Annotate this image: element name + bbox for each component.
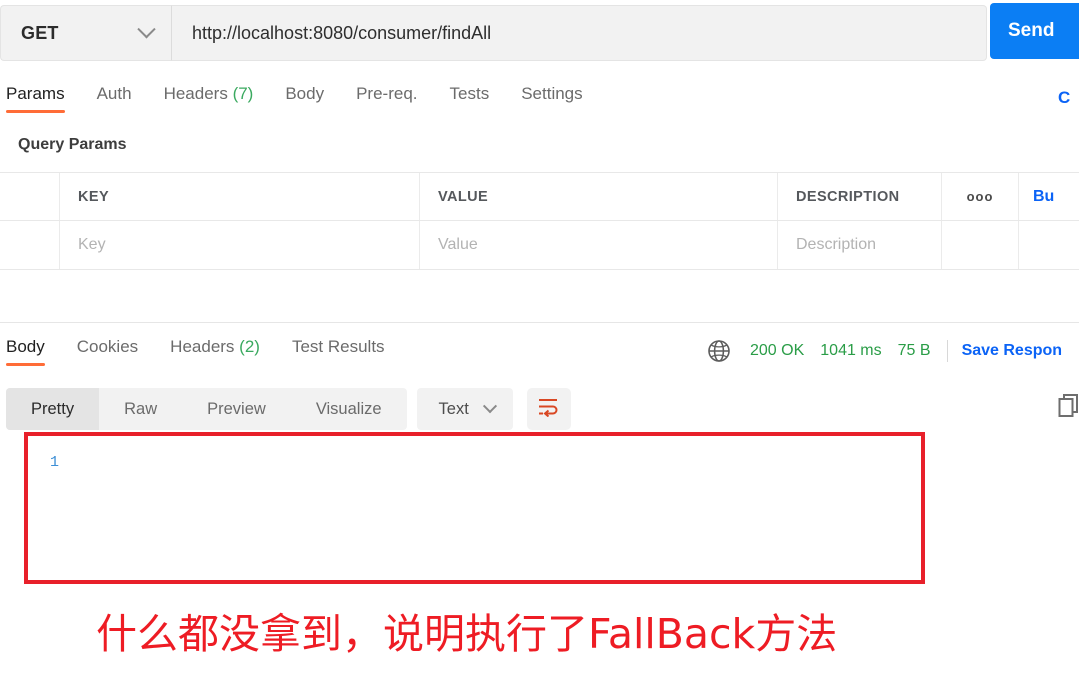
row-key-placeholder: Key: [78, 236, 106, 253]
response-status-bar: 200 OK 1041 ms 75 B Save Respon: [706, 338, 1062, 364]
row-checkbox-cell[interactable]: [0, 221, 60, 269]
response-tab-cookies[interactable]: Cookies: [61, 337, 154, 366]
response-body-highlight-box: 1: [24, 432, 925, 584]
response-view-toolbar: Pretty Raw Preview Visualize Text: [6, 388, 571, 430]
tab-headers-count: (7): [232, 84, 254, 103]
row-value-placeholder: Value: [438, 236, 478, 253]
view-mode-raw[interactable]: Raw: [99, 388, 182, 430]
request-url-input[interactable]: http://localhost:8080/consumer/findAll: [172, 5, 987, 61]
response-tab-body-label: Body: [6, 337, 45, 356]
row-description-placeholder: Description: [796, 236, 877, 253]
request-tabs: Params Auth Headers (7) Body Pre-req. Te…: [0, 84, 1079, 118]
header-description-cell: DESCRIPTION: [778, 173, 942, 220]
postman-window: GET http://localhost:8080/consumer/findA…: [0, 0, 1079, 678]
chevron-down-icon: [137, 19, 156, 38]
section-divider: [0, 322, 1079, 323]
globe-icon: [706, 338, 732, 364]
bulk-edit-button[interactable]: Bu: [1019, 173, 1079, 220]
response-size: 75 B: [897, 342, 931, 359]
tab-auth-label: Auth: [96, 84, 132, 103]
row-description-input[interactable]: Description: [778, 221, 942, 269]
copy-button[interactable]: [1058, 393, 1079, 424]
word-wrap-toggle[interactable]: [526, 388, 571, 430]
tab-pre-request-label: Pre-req.: [356, 84, 418, 103]
word-wrap-icon: [537, 397, 561, 422]
header-key-label: KEY: [78, 188, 110, 205]
tab-body[interactable]: Body: [269, 84, 340, 113]
response-tab-cookies-label: Cookies: [76, 337, 139, 356]
header-value-cell: VALUE: [420, 173, 778, 220]
row-key-input[interactable]: Key: [60, 221, 420, 269]
response-tab-headers-count: (2): [239, 337, 260, 356]
response-tab-test-results-label: Test Results: [291, 337, 385, 356]
annotation-text: 什么都没拿到，说明执行了FallBack方法: [96, 610, 838, 658]
chevron-down-icon: [482, 399, 497, 414]
bulk-edit-label: Bu: [1033, 187, 1055, 205]
tab-headers[interactable]: Headers (7): [148, 84, 270, 113]
view-mode-preview[interactable]: Preview: [182, 388, 291, 430]
response-format-label: Text: [438, 399, 469, 418]
row-bulk-cell: [1019, 221, 1079, 269]
http-method-select[interactable]: GET: [0, 5, 172, 61]
save-response-button[interactable]: Save Respon: [962, 342, 1062, 360]
header-checkbox-cell: [0, 173, 60, 220]
copy-icon: [1058, 394, 1079, 423]
tab-tests[interactable]: Tests: [434, 84, 506, 113]
table-header-row: KEY VALUE DESCRIPTION ooo Bu: [0, 173, 1079, 221]
tab-pre-request[interactable]: Pre-req.: [340, 84, 433, 113]
tab-headers-label: Headers: [163, 84, 228, 103]
header-description-label: DESCRIPTION: [796, 188, 900, 205]
response-tab-body[interactable]: Body: [0, 337, 61, 366]
header-value-label: VALUE: [438, 188, 489, 205]
table-row: Key Value Description: [0, 221, 1079, 269]
tab-params-label: Params: [6, 84, 65, 103]
more-options-icon: ooo: [966, 189, 994, 204]
response-tabs: Body Cookies Headers (2) Test Results: [0, 337, 401, 366]
response-tab-headers-label: Headers: [170, 337, 235, 356]
row-options-cell: [942, 221, 1019, 269]
request-url-bar: GET http://localhost:8080/consumer/findA…: [0, 4, 1079, 62]
query-params-title: Query Params: [18, 136, 127, 153]
send-button[interactable]: Send: [990, 3, 1079, 59]
tab-params[interactable]: Params: [0, 84, 81, 113]
tab-settings[interactable]: Settings: [505, 84, 598, 113]
header-key-cell: KEY: [60, 173, 420, 220]
cookies-link[interactable]: C: [1058, 88, 1070, 108]
status-divider: [946, 340, 948, 362]
view-mode-visualize[interactable]: Visualize: [291, 388, 407, 430]
response-format-select[interactable]: Text: [416, 388, 513, 430]
tab-auth[interactable]: Auth: [81, 84, 148, 113]
tab-body-label: Body: [285, 84, 325, 103]
view-mode-pretty[interactable]: Pretty: [6, 388, 100, 430]
query-params-table: KEY VALUE DESCRIPTION ooo Bu Key Value D…: [0, 172, 1079, 270]
http-method-label: GET: [21, 22, 59, 43]
table-options-button[interactable]: ooo: [942, 173, 1019, 220]
response-tab-headers[interactable]: Headers (2): [154, 337, 276, 366]
view-mode-segmented-control: Pretty Raw Preview Visualize: [6, 388, 407, 430]
response-time: 1041 ms: [820, 342, 882, 359]
response-tab-test-results[interactable]: Test Results: [276, 337, 401, 366]
status-code: 200 OK: [750, 342, 805, 359]
tab-tests-label: Tests: [449, 84, 490, 103]
row-value-input[interactable]: Value: [420, 221, 778, 269]
response-line-number: 1: [50, 454, 60, 471]
tab-settings-label: Settings: [521, 84, 583, 103]
